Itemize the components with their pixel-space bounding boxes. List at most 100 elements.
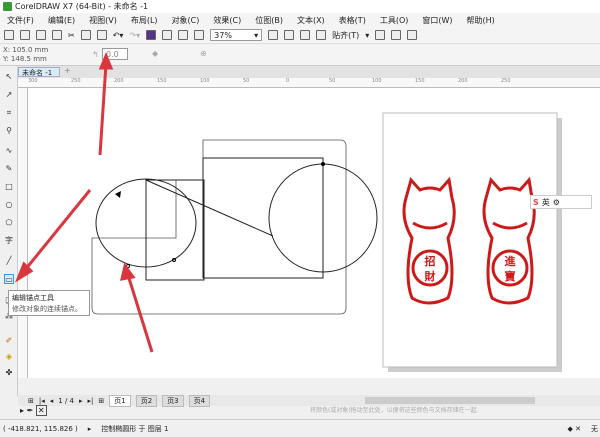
last-page-icon[interactable]: ▸| — [88, 397, 94, 405]
no-color-swatch-icon[interactable]: ✕ — [35, 405, 47, 416]
artistic-media-icon[interactable]: ✎ — [4, 164, 14, 174]
page-tab-3[interactable]: 页3 — [162, 394, 184, 407]
page-tab-1[interactable]: 页1 — [109, 394, 131, 407]
zoom-tool-icon[interactable]: ⚲ — [4, 126, 14, 136]
add-tab-icon[interactable]: + — [64, 66, 71, 75]
menu-file[interactable]: 文件(F) — [0, 15, 41, 26]
zoom-select[interactable]: 37% ▾ — [210, 29, 263, 41]
full-screen-icon[interactable] — [268, 30, 279, 40]
page-tab-2[interactable]: 页2 — [135, 394, 158, 407]
ime-toolbar[interactable]: S 英 ⚙ — [530, 195, 592, 209]
target-icon: ⊕ — [200, 49, 207, 58]
x-position-field[interactable]: X: 105.0 mm — [3, 46, 48, 54]
color-palette-controls: ▸ ✒ ✕ — [20, 405, 47, 416]
edit-anchor-tool-icon[interactable]: ▭ — [4, 274, 14, 284]
ruler-label: 100 — [372, 78, 382, 84]
rectangle-tool-icon[interactable]: □ — [4, 182, 14, 192]
freehand-tool-icon[interactable]: ∿ — [4, 146, 14, 156]
ruler-label: 200 — [458, 78, 468, 84]
page-border — [382, 112, 558, 368]
menu-layout[interactable]: 布局(L) — [124, 15, 165, 26]
menu-view[interactable]: 视图(V) — [82, 15, 124, 26]
title-bar: CorelDRAW X7 (64-Bit) - 未命名 -1 — [0, 0, 600, 13]
ellipse-tool-icon[interactable]: ○ — [4, 200, 14, 210]
expand-icon[interactable]: ▸ — [88, 425, 92, 433]
fill-indicator-icon[interactable]: ◆ ✕ — [568, 425, 581, 433]
square-shape[interactable] — [202, 157, 324, 279]
drawing-canvas[interactable]: 招 財 進 寶 — [28, 88, 600, 378]
redo-icon[interactable]: ↷▾ — [129, 31, 140, 40]
y-position-field[interactable]: Y: 148.5 mm — [3, 55, 47, 63]
crop-tool-icon[interactable]: ⌗ — [4, 108, 14, 118]
guidelines-icon[interactable] — [316, 30, 327, 40]
eyedropper-small-icon[interactable]: ✒ — [27, 406, 34, 415]
app-launcher-icon[interactable] — [194, 30, 205, 40]
ruler-label: 200 — [114, 78, 124, 84]
import-icon[interactable] — [146, 30, 157, 40]
menu-table[interactable]: 表格(T) — [332, 15, 373, 26]
zoom-value: 37% — [214, 30, 232, 40]
sogou-logo-icon: S — [533, 197, 539, 207]
smart-fill-icon[interactable]: ✤ — [4, 368, 14, 378]
palette-arrow-icon[interactable]: ▸ — [20, 406, 24, 415]
menu-help[interactable]: 帮助(H) — [460, 15, 502, 26]
horizontal-scrollbar[interactable] — [365, 397, 536, 404]
welcome-icon[interactable] — [407, 30, 418, 40]
ime-settings-icon[interactable]: ⚙ — [553, 198, 560, 207]
prev-page-icon[interactable]: ◂ — [50, 397, 54, 405]
dimension-tool-icon[interactable]: ╱ — [4, 256, 14, 266]
fill-icon[interactable]: ◈ — [4, 352, 14, 362]
polygon-tool-icon[interactable]: ⬠ — [4, 218, 14, 228]
horizontal-ruler[interactable]: 300 250 200 150 100 50 0 50 100 150 200 … — [18, 78, 600, 88]
publish-icon[interactable] — [178, 30, 189, 40]
connector-line[interactable] — [145, 179, 274, 237]
print-icon[interactable] — [52, 30, 62, 40]
rulers-icon[interactable] — [284, 30, 295, 40]
snap-to-button[interactable]: 贴齐(T) — [332, 30, 359, 41]
save-icon[interactable] — [36, 30, 46, 40]
options-icon[interactable] — [375, 30, 386, 40]
align-icon[interactable] — [391, 30, 402, 40]
pick-tool-icon[interactable]: ↖ — [4, 72, 14, 82]
cat-text: 財 — [424, 269, 436, 283]
new-icon[interactable] — [4, 30, 14, 40]
standard-toolbar: ✂ ↶▾ ↷▾ 37% ▾ 贴齐(T) ▾ — [0, 27, 600, 44]
copy-icon[interactable] — [80, 30, 91, 40]
fill-status: 无 — [591, 424, 598, 433]
add-page-icon[interactable]: ⊞ — [28, 397, 34, 405]
vertical-ruler[interactable] — [18, 88, 28, 378]
add-page-end-icon[interactable]: ⊞ — [98, 397, 104, 405]
grid-icon[interactable] — [300, 30, 311, 40]
angle-field[interactable]: 0.0 — [102, 48, 128, 60]
property-bar: X: 105.0 mm Y: 148.5 mm ↰ 0.0 ◆ ⊕ — [0, 44, 600, 66]
cut-icon[interactable]: ✂ — [68, 31, 75, 40]
menu-effects[interactable]: 效果(C) — [206, 15, 248, 26]
menu-tools[interactable]: 工具(O) — [373, 15, 416, 26]
menu-object[interactable]: 对象(C) — [165, 15, 207, 26]
shape-tool-icon[interactable]: ↗ — [4, 90, 14, 100]
menu-text[interactable]: 文本(X) — [290, 15, 332, 26]
ruler-label: 100 — [200, 78, 210, 84]
first-page-icon[interactable]: |◂ — [39, 397, 45, 405]
ime-language[interactable]: 英 — [542, 197, 550, 208]
page-navigator: ⊞ |◂ ◂ 1 / 4 ▸ ▸| ⊞ 页1 页2 页3 页4 — [18, 394, 600, 407]
window-title: CorelDRAW X7 (64-Bit) - 未命名 -1 — [15, 2, 149, 11]
paste-icon[interactable] — [96, 30, 107, 40]
eyedropper-icon[interactable]: ✐ — [4, 336, 14, 346]
undo-icon[interactable]: ↶▾ — [113, 31, 124, 40]
node-icon: ◆ — [152, 49, 159, 58]
menu-bitmaps[interactable]: 位图(B) — [248, 15, 290, 26]
tooltip-description: 修改对象的连续锚点。 — [12, 305, 82, 313]
document-tab[interactable]: 未命名 -1 — [18, 67, 60, 77]
text-tool-icon[interactable]: 字 — [4, 236, 14, 246]
menu-edit[interactable]: 编辑(E) — [41, 15, 82, 26]
cursor-coordinates: ( -418.821, 115.826 ) — [3, 424, 78, 433]
anchor-node[interactable] — [126, 264, 130, 268]
export-icon[interactable] — [162, 30, 173, 40]
anchor-node[interactable] — [321, 162, 325, 166]
menu-window[interactable]: 窗口(W) — [415, 15, 459, 26]
next-page-icon[interactable]: ▸ — [79, 397, 83, 405]
open-icon[interactable] — [20, 30, 30, 40]
angle-value: 0.0 — [106, 49, 119, 59]
page-tab-4[interactable]: 页4 — [188, 394, 211, 407]
